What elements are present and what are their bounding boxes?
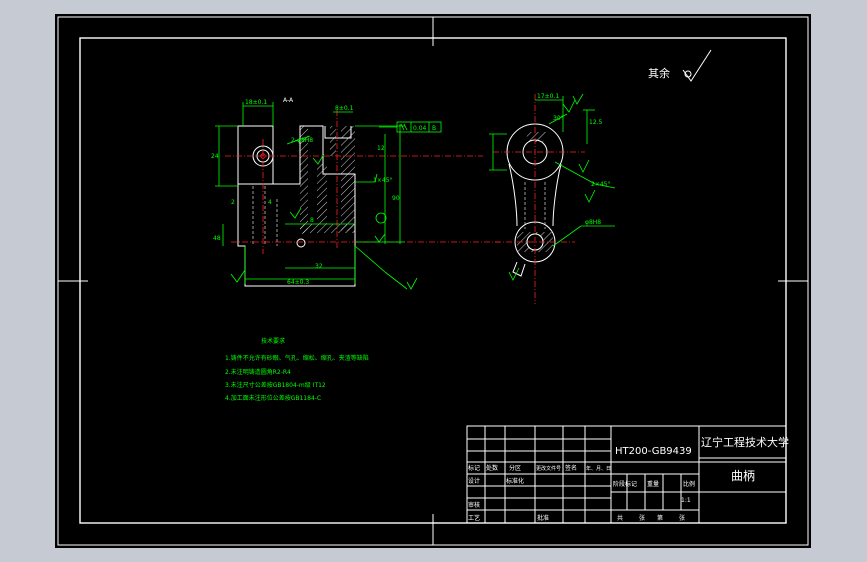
- roughness-note: 其余: [648, 49, 712, 82]
- right-view: [493, 94, 585, 304]
- tb-design: 设计: [468, 477, 480, 485]
- dim-4: 4: [268, 199, 272, 206]
- dim-top-left-width: 18±0.1: [245, 99, 267, 106]
- tech-req-item-2: 2.未注明铸造圆角R2-R4: [225, 368, 291, 376]
- dim-bottom: 48: [213, 235, 221, 242]
- tech-req-item-1: 1.铸件不允许有砂眼、气孔、缩松、缩孔、夹渣等缺陷: [225, 354, 369, 362]
- parallel-datum: B: [432, 125, 436, 132]
- parallel-tolerance: 0.04: [413, 125, 427, 132]
- dim-overall-length: 64±0.3: [287, 279, 309, 286]
- tb-row-doc: 更改文件号: [536, 465, 561, 472]
- tech-req-title: 技术要求: [261, 337, 285, 345]
- dim-left: 24: [211, 153, 219, 160]
- part-name: 曲柄: [731, 469, 755, 483]
- tb-weight: 重量: [647, 480, 659, 488]
- dim-8: 8: [310, 217, 314, 224]
- dim-90: 90: [392, 195, 400, 202]
- dim-small-hole: φ8H8: [585, 219, 601, 226]
- tb-approve: 批准: [537, 514, 549, 522]
- roughness-label: 其余: [648, 66, 670, 80]
- tech-req-item-3: 3.未注尺寸公差按GB1804-m级 IT12: [225, 381, 326, 389]
- dim-height-small: 12: [377, 145, 385, 152]
- tb-sheet-unit1: 张: [639, 514, 645, 522]
- dim-angle: 30°: [553, 115, 564, 122]
- scale-value: 1:1: [681, 497, 691, 504]
- tb-row-count: 处数: [486, 464, 498, 472]
- cad-drawing: 其余 A-A 18±0.1 8±0.1 2-φ8H8 24 32 48 64±0…: [57, 16, 809, 546]
- section-label: A-A: [283, 97, 294, 104]
- tb-sheet-total: 共: [617, 514, 623, 522]
- dim-right-top: 17±0.1: [537, 93, 559, 100]
- centering-marks: [58, 17, 808, 545]
- dim-chamfer: 1×45°: [373, 177, 392, 184]
- tb-stage: 阶段标记: [613, 480, 637, 488]
- dim-hole-spec: 2-φ8H8: [291, 137, 313, 144]
- dim-chamfer-right: 2×45°: [591, 181, 610, 188]
- tb-scale: 比例: [683, 480, 695, 488]
- tech-requirements: 技术要求 1.铸件不允许有砂眼、气孔、缩松、缩孔、夹渣等缺陷 2.未注明铸造圆角…: [225, 337, 369, 402]
- tech-req-item-4: 4.加工面未注形位公差按GB1184-C: [225, 394, 321, 402]
- left-view: [225, 110, 500, 287]
- school-name: 辽宁工程技术大学: [701, 435, 789, 449]
- dim-slot-width: 8±0.1: [335, 105, 354, 112]
- roughness-symbol: [682, 49, 712, 82]
- tb-sheet-no: 第: [657, 514, 663, 522]
- drawing-viewport[interactable]: 其余 A-A 18±0.1 8±0.1 2-φ8H8 24 32 48 64±0…: [55, 14, 811, 548]
- tb-row-date: 年、月、日: [586, 465, 611, 472]
- tb-sheet-unit2: 张: [679, 514, 685, 522]
- tb-review: 审核: [468, 501, 480, 509]
- tb-standard: 标准化: [506, 477, 524, 485]
- tb-craft: 工艺: [468, 514, 480, 522]
- dim-mid: 32: [315, 263, 323, 270]
- dim-side: 12.5: [589, 119, 603, 126]
- tb-row-zone: 分区: [509, 464, 521, 472]
- tb-row-sign: 签名: [565, 464, 577, 472]
- sheet-outer-border: [57, 16, 809, 546]
- dim-2: 2: [231, 199, 235, 206]
- tb-row-mark: 标记: [468, 464, 480, 472]
- title-block: HT200-GB9439 辽宁工程技术大学 曲柄 1:1 标记 处数 分区 更改…: [466, 425, 789, 524]
- material-label: HT200-GB9439: [615, 446, 692, 457]
